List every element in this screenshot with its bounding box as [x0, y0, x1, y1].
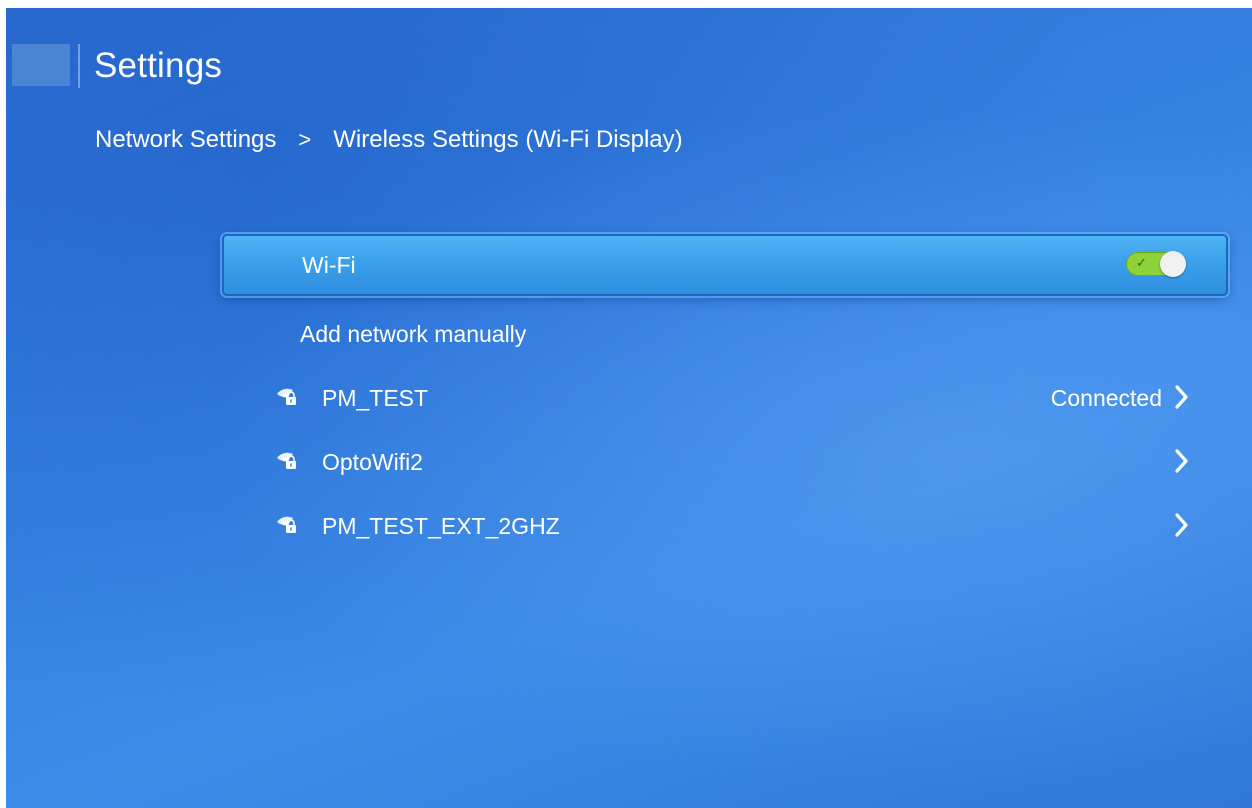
network-name: OptoWifi2	[322, 448, 423, 475]
connection-status: Connected	[1050, 384, 1162, 411]
wifi-lock-icon	[277, 452, 296, 469]
wifi-toggle-switch[interactable]: ✓	[1126, 251, 1186, 277]
page-title: Settings	[94, 46, 223, 85]
logo-block	[12, 44, 70, 86]
network-item-pm-test[interactable]: PM_TEST Connected	[222, 366, 1228, 430]
network-item-pm-test-ext-2ghz[interactable]: PM_TEST_EXT_2GHZ	[222, 494, 1228, 558]
network-name: PM_TEST	[322, 384, 429, 411]
toggle-knob	[1160, 251, 1186, 277]
wifi-label: Wi-Fi	[302, 251, 356, 278]
add-network-manually-item[interactable]: Add network manually	[222, 302, 1228, 366]
tv-screen: Settings Network Settings > Wireless Set…	[6, 8, 1252, 808]
wifi-lock-icon	[277, 388, 296, 405]
wifi-toggle-row[interactable]: Wi-Fi ✓	[222, 234, 1228, 296]
breadcrumb: Network Settings > Wireless Settings (Wi…	[95, 126, 683, 154]
wifi-lock-icon	[277, 516, 296, 533]
breadcrumb-separator: >	[298, 127, 312, 152]
breadcrumb-current: Wireless Settings (Wi-Fi Display)	[333, 126, 683, 153]
network-item-optowifi2[interactable]: OptoWifi2	[222, 430, 1228, 494]
chevron-right-icon[interactable]	[1174, 512, 1190, 538]
network-list: Wi-Fi ✓ Add network manually PM_TEST Con…	[222, 234, 1228, 558]
add-network-label: Add network manually	[300, 320, 527, 347]
chevron-right-icon[interactable]	[1174, 384, 1190, 410]
breadcrumb-parent[interactable]: Network Settings	[95, 126, 276, 154]
network-name: PM_TEST_EXT_2GHZ	[322, 512, 560, 539]
header-divider	[78, 44, 80, 88]
check-icon: ✓	[1136, 256, 1147, 271]
chevron-right-icon[interactable]	[1174, 448, 1190, 474]
